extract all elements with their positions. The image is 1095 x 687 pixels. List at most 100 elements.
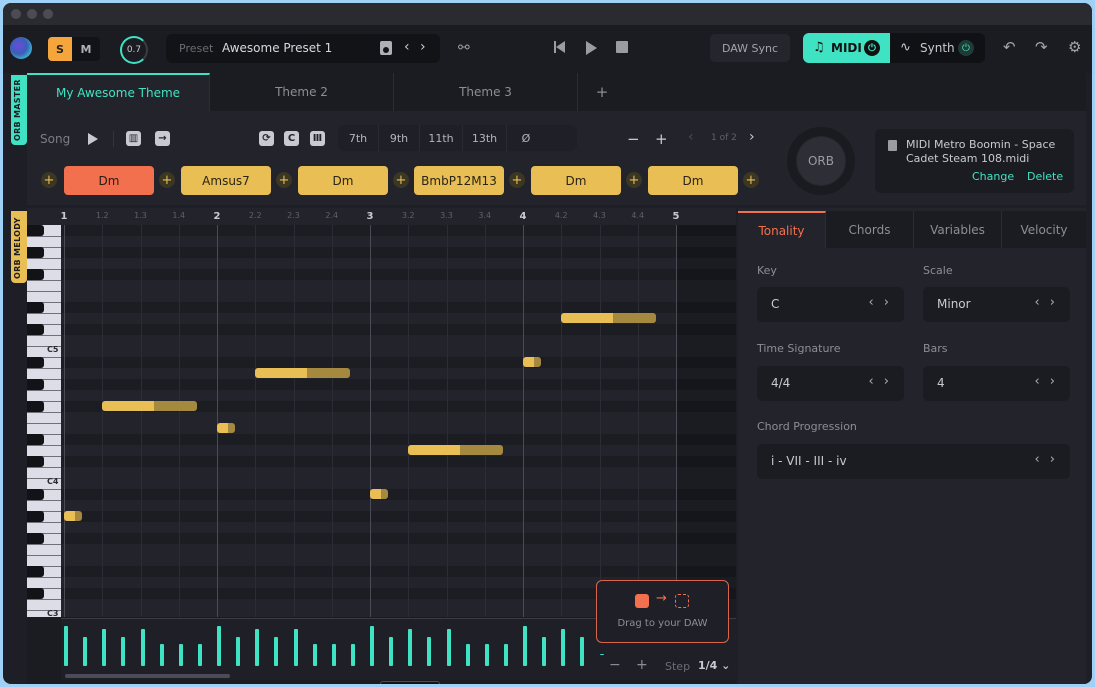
time-signature-select[interactable]: 4/4 ‹ ›	[757, 366, 904, 401]
ext-7th-button[interactable]: 7th	[338, 125, 379, 151]
black-key[interactable]	[27, 225, 44, 236]
ext-none-button[interactable]: Ø	[507, 125, 545, 151]
chord-slot[interactable]: Dm	[531, 166, 621, 195]
black-key[interactable]	[27, 269, 44, 280]
velocity-bar[interactable]	[178, 644, 183, 666]
black-key[interactable]	[27, 533, 44, 544]
orb-knob[interactable]: ORB	[797, 137, 845, 185]
velocity-bar[interactable]	[83, 637, 88, 666]
velocity-bar[interactable]	[427, 637, 432, 666]
song-play-button[interactable]	[88, 133, 98, 145]
tab-chords[interactable]: Chords	[826, 211, 914, 248]
save-preset-icon[interactable]	[380, 41, 392, 55]
voicing-icon[interactable]: Ⅲ	[310, 131, 325, 146]
velocity-bar[interactable]	[140, 628, 145, 666]
scale-select[interactable]: Minor ‹ ›	[923, 287, 1070, 322]
black-key[interactable]	[27, 489, 44, 500]
midi-note[interactable]	[255, 368, 350, 378]
horizontal-scrollbar[interactable]	[65, 674, 230, 678]
velocity-bar[interactable]	[580, 637, 585, 666]
midi-note[interactable]	[64, 511, 83, 521]
undo-icon[interactable]: ↶	[1003, 38, 1016, 56]
chord-slot[interactable]: BmbP12M13	[414, 166, 504, 195]
velocity-bar[interactable]	[293, 628, 298, 666]
preset-prev-button[interactable]: ‹	[404, 39, 410, 55]
velocity-bar[interactable]	[217, 626, 221, 666]
tab-velocity[interactable]: Velocity	[1002, 211, 1086, 248]
black-key[interactable]	[27, 401, 44, 412]
export-arrow-icon[interactable]: →	[155, 131, 170, 146]
black-key[interactable]	[27, 511, 44, 522]
daw-sync-button[interactable]: DAW Sync	[710, 34, 790, 62]
velocity-bar[interactable]	[446, 628, 451, 666]
insert-chord-button[interactable]: +	[41, 172, 57, 188]
velocity-bar[interactable]	[274, 637, 279, 666]
midi-note[interactable]	[561, 313, 656, 323]
tab-theme-3[interactable]: Theme 3	[394, 73, 578, 111]
tab-variables[interactable]: Variables	[914, 211, 1002, 248]
piano-keyboard[interactable]: C5 C4 C3	[27, 225, 61, 617]
play-button[interactable]	[586, 41, 597, 55]
drag-to-daw-box[interactable]: → Drag to your DAW	[596, 580, 729, 643]
midi-note[interactable]	[217, 423, 236, 433]
velocity-bar[interactable]	[465, 644, 470, 666]
insert-chord-button[interactable]: +	[509, 172, 525, 188]
link-icon[interactable]: ⚯	[458, 40, 470, 56]
maximize-window-button[interactable]	[43, 9, 53, 19]
velocity-bar[interactable]	[561, 628, 566, 666]
minimize-window-button[interactable]	[27, 9, 37, 19]
velocity-bar[interactable]	[370, 626, 374, 666]
velocity-bar[interactable]	[331, 644, 336, 666]
add-theme-button[interactable]: +	[587, 73, 617, 111]
insert-chord-button[interactable]: +	[393, 172, 409, 188]
bars-stepper-arrows[interactable]: ‹ ›	[1034, 374, 1058, 389]
midi-note[interactable]	[408, 445, 503, 455]
velocity-bar[interactable]	[389, 637, 394, 666]
scale-stepper-arrows[interactable]: ‹ ›	[1034, 295, 1058, 310]
tab-tonality[interactable]: Tonality	[738, 211, 826, 248]
stop-button[interactable]	[616, 41, 628, 53]
black-key[interactable]	[27, 324, 44, 335]
gear-icon[interactable]: ⚙	[1068, 38, 1081, 56]
redo-icon[interactable]: ↷	[1035, 38, 1048, 56]
black-key[interactable]	[27, 456, 44, 467]
page-prev-button[interactable]: ‹	[688, 129, 694, 145]
chord-type-icon[interactable]: C	[284, 131, 299, 146]
velocity-bar[interactable]	[236, 637, 241, 666]
black-key[interactable]	[27, 357, 44, 368]
piano-icon[interactable]: ▥	[126, 131, 141, 146]
preset-next-button[interactable]: ›	[420, 39, 426, 55]
zoom-in-button[interactable]: +	[636, 657, 648, 673]
midi-note[interactable]	[370, 489, 389, 499]
black-key[interactable]	[27, 302, 44, 313]
piano-roll-grid[interactable]	[61, 225, 736, 617]
velocity-bar[interactable]	[484, 644, 489, 666]
black-key[interactable]	[27, 566, 44, 577]
velocity-bar[interactable]	[159, 644, 164, 666]
velocity-bar[interactable]	[408, 628, 413, 666]
mute-button[interactable]: M	[72, 37, 100, 61]
black-key[interactable]	[27, 588, 44, 599]
velocity-bar[interactable]	[102, 628, 107, 666]
insert-chord-button[interactable]: +	[743, 172, 759, 188]
time-signature-stepper-arrows[interactable]: ‹ ›	[868, 374, 892, 389]
black-key[interactable]	[27, 379, 44, 390]
refresh-icon[interactable]: ⟳	[259, 131, 274, 146]
chord-slot[interactable]: Dm	[298, 166, 388, 195]
midi-mode-button[interactable]: ♫ MIDI ⏻	[803, 33, 890, 63]
gain-knob[interactable]: 0.7	[120, 36, 148, 64]
timeline-ruler[interactable]: 1 1.2 1.3 1.4 2 2.2 2.3 2.4 3 3.2 3.3 3.4 4 4.2 4.3 4.4…	[27, 208, 736, 225]
synth-mode-button[interactable]: ∿ Synth ⏻	[890, 33, 985, 63]
synth-power-icon[interactable]: ⏻	[958, 40, 974, 56]
velocity-bar[interactable]	[197, 644, 202, 666]
remove-chord-button[interactable]: −	[627, 130, 640, 148]
tab-theme-2[interactable]: Theme 2	[210, 73, 394, 111]
insert-chord-button[interactable]: +	[626, 172, 642, 188]
insert-chord-button[interactable]: +	[276, 172, 292, 188]
skip-back-button[interactable]	[554, 41, 566, 55]
black-key[interactable]	[27, 247, 44, 258]
velocity-bar[interactable]	[350, 644, 355, 666]
add-chord-button[interactable]: +	[655, 130, 668, 148]
chord-progression-stepper-arrows[interactable]: ‹ ›	[1034, 452, 1058, 467]
solo-button[interactable]: S	[48, 37, 72, 61]
